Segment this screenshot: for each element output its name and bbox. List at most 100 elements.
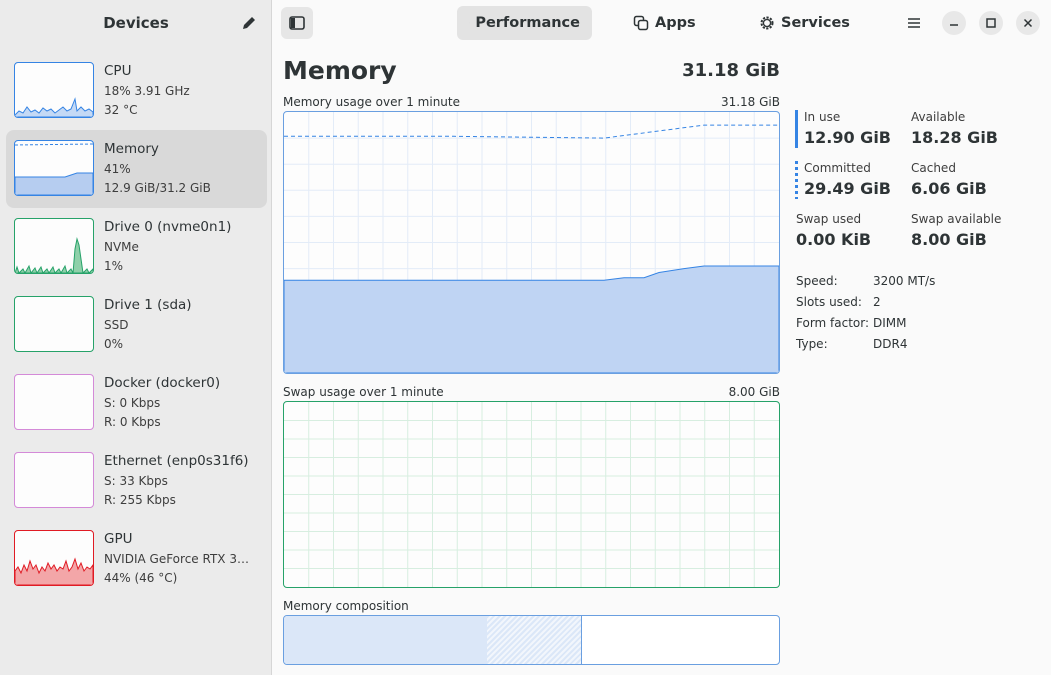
spec-key: Form factor: [796,316,870,330]
stat-label: Swap available [911,212,1002,226]
memory-total: 31.18 GiB [682,60,780,81]
stat-value: 18.28 GiB [911,128,998,147]
composition-cached-segment [486,616,582,664]
memory-stats: In use 12.90 GiB Available 18.28 GiB Com… [795,46,1051,446]
minimize-button[interactable] [942,11,966,35]
header-bar: Performance Apps Services [273,0,1051,46]
device-ethernet[interactable]: Ethernet (enp0s31f6) S: 33 Kbps R: 255 K… [6,442,267,520]
spec-key: Type: [796,337,828,351]
device-detail: S: 0 Kbps [104,396,161,410]
tab-performance[interactable]: Performance [457,6,592,40]
tab-label: Apps [655,15,696,31]
stat-swap-used: Swap used 0.00 KiB [796,212,906,249]
memory-usage-area [284,265,779,373]
sidebar-header: Devices [0,0,272,46]
swap-graph-max: 8.00 GiB [728,385,780,399]
memory-usage-graph [283,111,780,374]
memory-usage-plot [284,112,779,373]
spec-form-factor: Form factor: DIMM [796,316,907,330]
spec-key: Slots used: [796,295,862,309]
device-detail: 32 °C [104,103,138,117]
docker-thumbnail-graph [14,374,94,430]
device-docker[interactable]: Docker (docker0) S: 0 Kbps R: 0 Kbps [6,364,267,442]
device-name: GPU [104,531,133,547]
stat-committed: Committed 29.49 GiB [795,161,906,199]
device-drive-0[interactable]: Drive 0 (nvme0n1) NVMe 1% [6,208,267,286]
swap-usage-graph [283,401,780,588]
tab-services[interactable]: Services [747,6,862,40]
swap-usage-plot [284,402,779,587]
stat-available: Available 18.28 GiB [911,110,1021,147]
drive-0-thumbnail-graph [14,218,94,274]
device-memory[interactable]: Memory 41% 12.9 GiB/31.2 GiB [6,130,267,208]
spec-slots-used: Slots used: 2 [796,295,881,309]
memory-graph-max: 31.18 GiB [720,95,780,109]
toggle-sidebar-button[interactable] [281,7,313,39]
in-use-legend-marker [795,110,798,148]
spec-key: Speed: [796,274,838,288]
stat-label: Swap used [796,212,862,226]
device-detail: 0% [104,337,124,351]
ethernet-thumbnail-graph [14,452,94,508]
spec-value: 3200 MT/s [873,274,936,288]
device-drive-1[interactable]: Drive 1 (sda) SSD 0% [6,286,267,364]
memory-page: Memory 31.18 GiB Memory usage over 1 min… [273,46,1051,675]
device-detail: 44% (46 °C) [104,571,178,585]
sidebar-toggle-icon [289,16,305,30]
apps-icon [633,15,649,31]
device-cpu[interactable]: CPU 18% 3.91 GHz 32 °C [6,52,267,130]
pencil-icon [243,17,255,29]
device-detail: NVIDIA GeForce RTX 3060 [104,552,254,566]
stat-label: In use [804,110,841,124]
committed-legend-marker [795,161,798,199]
stat-value: 29.49 GiB [804,179,891,198]
tab-apps[interactable]: Apps [621,6,708,40]
spec-value: 2 [873,295,881,309]
device-detail: R: 0 Kbps [104,415,161,429]
spec-value: DDR4 [873,337,908,351]
device-detail: 41% [104,162,131,176]
device-name: CPU [104,63,132,79]
device-detail: S: 33 Kbps [104,474,168,488]
device-name: Docker (docker0) [104,375,221,391]
gear-icon [760,16,774,30]
drive-1-thumbnail-graph [14,296,94,352]
stat-value: 8.00 GiB [911,230,987,249]
device-detail: R: 255 Kbps [104,493,176,507]
maximize-icon [986,18,996,28]
device-detail: NVMe [104,240,139,254]
page-title: Memory [283,56,397,85]
minimize-icon [950,24,958,26]
edit-button[interactable] [238,12,260,34]
close-button[interactable] [1016,11,1040,35]
swap-graph-label: Swap usage over 1 minute [283,385,444,399]
tab-label: Services [781,15,850,31]
device-name: Ethernet (enp0s31f6) [104,453,249,469]
composition-in-use-segment [284,616,488,664]
spec-speed: Speed: 3200 MT/s [796,274,935,288]
stat-label: Cached [911,161,956,175]
stat-label: Committed [804,161,871,175]
stat-value: 0.00 KiB [796,230,872,249]
device-detail: SSD [104,318,129,332]
cpu-thumbnail-graph [14,62,94,118]
composition-label: Memory composition [283,599,409,613]
device-gpu[interactable]: GPU NVIDIA GeForce RTX 3060 44% (46 °C) [6,520,267,598]
spec-type: Type: DDR4 [796,337,907,351]
device-list: CPU 18% 3.91 GHz 32 °C Memory 41% 12.9 G… [6,52,267,598]
spec-value: DIMM [873,316,907,330]
stat-cached: Cached 6.06 GiB [911,161,1021,198]
device-detail: 12.9 GiB/31.2 GiB [104,181,211,195]
main-menu-button[interactable] [902,11,926,35]
stat-in-use: In use 12.90 GiB [795,110,914,148]
device-name: Drive 1 (sda) [104,297,192,313]
memory-thumbnail-graph [14,140,94,196]
device-name: Memory [104,141,159,157]
system-monitor-window: Devices CPU 18% 3.91 GHz 32 °C Memory 41… [0,0,1051,675]
maximize-button[interactable] [979,11,1003,35]
stat-label: Available [911,110,966,124]
device-detail: 1% [104,259,124,273]
close-icon [1023,18,1033,28]
device-name: Drive 0 (nvme0n1) [104,219,232,235]
device-detail: 18% 3.91 GHz [104,84,190,98]
